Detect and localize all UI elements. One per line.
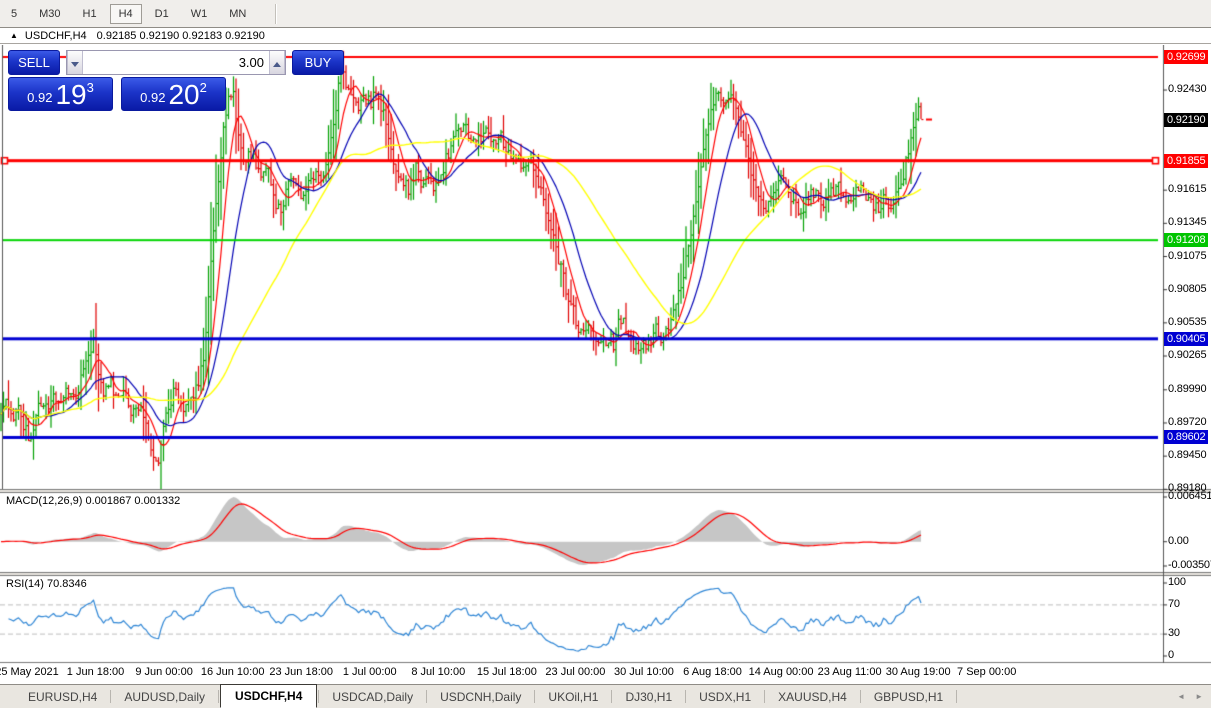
toolbar-separator	[275, 4, 277, 24]
price-axis-label: 0.91615	[1168, 183, 1206, 195]
tab-separator	[218, 690, 219, 703]
ask-price-display[interactable]: 0.92202	[121, 77, 226, 111]
time-axis-label: 25 May 2021	[0, 666, 59, 678]
buy-button[interactable]: BUY	[292, 50, 344, 75]
bid-price-display[interactable]: 0.92193	[8, 77, 113, 111]
price-marker-label: 0.92190	[1164, 113, 1208, 127]
price-axis-label: 0.90535	[1168, 316, 1206, 328]
volume-increase-button[interactable]	[269, 51, 285, 74]
timeframe-h1[interactable]: H1	[74, 4, 106, 24]
tab-separator	[764, 690, 765, 703]
time-axis-label: 6 Aug 18:00	[683, 666, 742, 678]
chart-tab-xauusd-h4[interactable]: XAUUSD,H4	[766, 686, 859, 708]
tab-scroll-left-icon[interactable]: ◄	[1177, 692, 1185, 701]
chart-title-bar: ▲ USDCHF,H4 0.92185 0.92190 0.92183 0.92…	[0, 28, 1211, 44]
price-axis-label: 0.89450	[1168, 449, 1206, 461]
time-axis-label: 7 Sep 00:00	[957, 666, 1016, 678]
time-axis-label: 23 Jun 18:00	[269, 666, 333, 678]
chart-tab-usdx-h1[interactable]: USDX,H1	[687, 686, 763, 708]
chart-area[interactable]: SELL BUY 0.92193 0.92202 MACD(12,26,9) 0…	[0, 45, 1211, 684]
timeframe-5[interactable]: 5	[2, 4, 26, 24]
bid-prefix: 0.92	[27, 90, 52, 105]
volume-input[interactable]	[83, 51, 269, 74]
price-marker-label: 0.92699	[1164, 50, 1208, 64]
triangle-down-icon	[71, 62, 79, 67]
time-axis-label: 14 Aug 00:00	[749, 666, 814, 678]
time-axis-label: 1 Jul 00:00	[343, 666, 397, 678]
time-axis-label: 9 Jun 00:00	[135, 666, 193, 678]
macd-axis-label: 0.00	[1168, 535, 1189, 547]
tab-scroll-right-icon[interactable]: ►	[1195, 692, 1203, 701]
tab-separator	[318, 690, 319, 703]
time-axis-label: 30 Jul 10:00	[614, 666, 674, 678]
chart-tab-usdchf-h4[interactable]: USDCHF,H4	[220, 684, 317, 708]
trading-terminal-window: 5M30H1H4D1W1MN ▲ USDCHF,H4 0.92185 0.921…	[0, 0, 1211, 708]
price-marker-label: 0.90405	[1164, 332, 1208, 346]
price-axis-label: 0.90265	[1168, 349, 1206, 361]
rsi-axis-label: 70	[1168, 598, 1180, 610]
timeframe-m30[interactable]: M30	[30, 4, 69, 24]
time-axis-label: 23 Jul 00:00	[545, 666, 605, 678]
volume-decrease-button[interactable]	[67, 51, 83, 74]
chart-tab-ukoil-h1[interactable]: UKOil,H1	[536, 686, 610, 708]
chart-tab-dj30-h1[interactable]: DJ30,H1	[613, 686, 684, 708]
tab-separator	[534, 690, 535, 703]
chart-tab-audusd-daily[interactable]: AUDUSD,Daily	[112, 686, 217, 708]
ask-pipette: 2	[200, 80, 207, 95]
timeframe-mn[interactable]: MN	[220, 4, 255, 24]
timeframe-w1[interactable]: W1	[182, 4, 217, 24]
tab-separator	[611, 690, 612, 703]
price-axis-label: 0.89720	[1168, 416, 1206, 428]
rsi-axis-label: 100	[1168, 576, 1186, 588]
chart-tab-eurusd-h4[interactable]: EURUSD,H4	[16, 686, 109, 708]
tab-scroll-nav: ◄ ►	[1177, 692, 1211, 701]
tab-separator	[860, 690, 861, 703]
rsi-axis-label: 0	[1168, 649, 1174, 661]
price-marker-label: 0.89602	[1164, 430, 1208, 444]
chart-ohlc-values: 0.92185 0.92190 0.92183 0.92190	[97, 30, 265, 42]
one-click-trading-panel: SELL BUY 0.92193 0.92202	[8, 50, 224, 111]
time-axis-label: 8 Jul 10:00	[411, 666, 465, 678]
price-axis-label: 0.91075	[1168, 250, 1206, 262]
time-axis-label: 30 Aug 19:00	[886, 666, 951, 678]
tab-separator	[956, 690, 957, 703]
price-axis-label: 0.92430	[1168, 83, 1206, 95]
price-axis-label: 0.90805	[1168, 283, 1206, 295]
triangle-up-icon	[273, 62, 281, 67]
price-marker-label: 0.91855	[1164, 154, 1208, 168]
time-axis-label: 16 Jun 10:00	[201, 666, 265, 678]
sell-button[interactable]: SELL	[8, 50, 60, 75]
macd-indicator-label: MACD(12,26,9) 0.001867 0.001332	[6, 495, 180, 507]
chart-symbol-label: USDCHF,H4	[25, 30, 87, 42]
chart-tab-usdcnh-daily[interactable]: USDCNH,Daily	[428, 686, 533, 708]
macd-axis-label: -0.003507	[1168, 559, 1211, 571]
bid-big-digits: 19	[55, 82, 86, 108]
chart-tab-gbpusd-h1[interactable]: GBPUSD,H1	[862, 686, 955, 708]
price-axis-label: 0.89990	[1168, 383, 1206, 395]
timeframe-h4[interactable]: H4	[110, 4, 142, 24]
chart-tab-bar: EURUSD,H4AUDUSD,DailyUSDCHF,H4USDCAD,Dai…	[0, 684, 1211, 708]
rsi-axis-label: 30	[1168, 627, 1180, 639]
price-marker-label: 0.91208	[1164, 233, 1208, 247]
time-axis-label: 23 Aug 11:00	[818, 666, 882, 678]
tab-separator	[426, 690, 427, 703]
ask-prefix: 0.92	[140, 90, 165, 105]
price-axis-label: 0.91345	[1168, 216, 1206, 228]
time-axis-label: 1 Jun 18:00	[67, 666, 125, 678]
ask-big-digits: 20	[168, 82, 199, 108]
tab-separator	[110, 690, 111, 703]
collapse-triangle-icon[interactable]: ▲	[10, 31, 18, 40]
time-axis-label: 15 Jul 18:00	[477, 666, 537, 678]
tab-separator	[685, 690, 686, 703]
bid-pipette: 3	[87, 80, 94, 95]
timeframe-toolbar: 5M30H1H4D1W1MN	[0, 0, 1211, 28]
price-chart-canvas[interactable]	[0, 45, 1211, 684]
rsi-indicator-label: RSI(14) 70.8346	[6, 578, 87, 590]
timeframe-d1[interactable]: D1	[146, 4, 178, 24]
macd-axis-label: 0.006451	[1168, 490, 1211, 502]
volume-control	[66, 50, 286, 75]
chart-tab-usdcad-daily[interactable]: USDCAD,Daily	[320, 686, 425, 708]
